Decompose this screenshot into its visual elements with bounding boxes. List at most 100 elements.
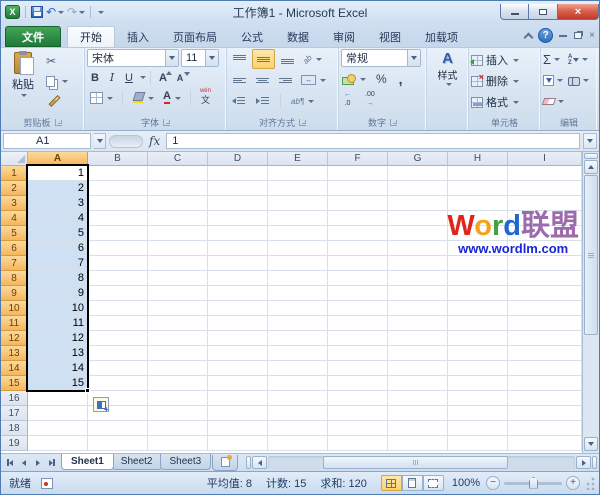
- column-header-G[interactable]: G: [388, 152, 448, 166]
- zoom-in-button[interactable]: +: [566, 476, 580, 490]
- workbook-minimize-icon[interactable]: [559, 35, 567, 37]
- cell-C17[interactable]: [148, 406, 208, 421]
- cell-C10[interactable]: [148, 301, 208, 316]
- workbook-restore-icon[interactable]: [574, 32, 582, 39]
- cell-F1[interactable]: [328, 166, 388, 181]
- cell-B8[interactable]: [88, 271, 148, 286]
- delete-cells-button[interactable]: 删除: [471, 72, 538, 90]
- font-family-combo[interactable]: 宋体: [87, 49, 179, 67]
- align-middle-button[interactable]: [252, 49, 275, 69]
- cell-G17[interactable]: [388, 406, 448, 421]
- cell-H11[interactable]: [448, 316, 508, 331]
- row-header-12[interactable]: 12: [1, 331, 28, 346]
- cell-F16[interactable]: [328, 391, 388, 406]
- cell-A3[interactable]: 3: [28, 196, 88, 211]
- cell-A12[interactable]: 12: [28, 331, 88, 346]
- cell-B4[interactable]: [88, 211, 148, 226]
- cell-D18[interactable]: [208, 421, 268, 436]
- cell-G9[interactable]: [388, 286, 448, 301]
- macro-record-icon[interactable]: [41, 478, 53, 489]
- align-bottom-button[interactable]: [277, 49, 298, 69]
- cell-B19[interactable]: [88, 436, 148, 451]
- cell-G18[interactable]: [388, 421, 448, 436]
- row-header-17[interactable]: 17: [1, 406, 28, 421]
- borders-button[interactable]: [87, 88, 116, 108]
- cell-E5[interactable]: [268, 226, 328, 241]
- cell-B9[interactable]: [88, 286, 148, 301]
- column-header-D[interactable]: D: [208, 152, 268, 166]
- cell-C8[interactable]: [148, 271, 208, 286]
- align-right-button[interactable]: [275, 70, 296, 90]
- redo-button[interactable]: ↷: [67, 6, 85, 18]
- row-header-11[interactable]: 11: [1, 316, 28, 331]
- cell-I4[interactable]: [508, 211, 582, 226]
- scroll-right-button[interactable]: [576, 456, 591, 469]
- save-icon[interactable]: [31, 6, 43, 18]
- cell-H6[interactable]: [448, 241, 508, 256]
- format-painter-button[interactable]: [43, 91, 71, 111]
- row-header-2[interactable]: 2: [1, 181, 28, 196]
- cell-B1[interactable]: [88, 166, 148, 181]
- cell-E9[interactable]: [268, 286, 328, 301]
- scroll-down-button[interactable]: [584, 437, 598, 451]
- page-layout-view-button[interactable]: [402, 475, 423, 491]
- align-top-button[interactable]: [229, 49, 250, 69]
- cell-A16[interactable]: [28, 391, 88, 406]
- cell-A10[interactable]: 10: [28, 301, 88, 316]
- autofill-options-button[interactable]: [93, 397, 109, 412]
- scroll-up-button[interactable]: [584, 160, 598, 174]
- cell-H12[interactable]: [448, 331, 508, 346]
- sheet-tab-Sheet1[interactable]: Sheet1: [61, 454, 114, 470]
- cell-D12[interactable]: [208, 331, 268, 346]
- expand-formula-bar-button[interactable]: [583, 133, 597, 149]
- cell-G14[interactable]: [388, 361, 448, 376]
- cell-A11[interactable]: 11: [28, 316, 88, 331]
- dialog-launcher-icon[interactable]: [163, 119, 170, 126]
- fill-color-button[interactable]: [129, 88, 157, 108]
- minimize-button[interactable]: [500, 4, 529, 20]
- comma-style-button[interactable]: ,: [396, 69, 406, 89]
- cell-D13[interactable]: [208, 346, 268, 361]
- cell-H3[interactable]: [448, 196, 508, 211]
- scroll-left-button[interactable]: [252, 456, 267, 469]
- customize-qat-button[interactable]: [98, 11, 104, 14]
- cell-C18[interactable]: [148, 421, 208, 436]
- find-select-button[interactable]: [568, 72, 589, 89]
- tab-加载项[interactable]: 加载项: [413, 26, 470, 47]
- cell-I5[interactable]: [508, 226, 582, 241]
- cell-C16[interactable]: [148, 391, 208, 406]
- cell-D19[interactable]: [208, 436, 268, 451]
- sheet-tab-Sheet2[interactable]: Sheet2: [111, 454, 163, 470]
- cell-G2[interactable]: [388, 181, 448, 196]
- row-header-3[interactable]: 3: [1, 196, 28, 211]
- dialog-launcher-icon[interactable]: [299, 119, 306, 126]
- column-header-I[interactable]: I: [508, 152, 582, 166]
- row-header-14[interactable]: 14: [1, 361, 28, 376]
- cell-F9[interactable]: [328, 286, 388, 301]
- cell-H14[interactable]: [448, 361, 508, 376]
- cell-E10[interactable]: [268, 301, 328, 316]
- cell-G19[interactable]: [388, 436, 448, 451]
- resize-grip[interactable]: [584, 476, 596, 490]
- cell-E4[interactable]: [268, 211, 328, 226]
- cell-F14[interactable]: [328, 361, 388, 376]
- cell-E13[interactable]: [268, 346, 328, 361]
- font-color-button[interactable]: A: [160, 88, 184, 108]
- cell-C3[interactable]: [148, 196, 208, 211]
- row-header-6[interactable]: 6: [1, 241, 28, 256]
- cell-B11[interactable]: [88, 316, 148, 331]
- cell-E3[interactable]: [268, 196, 328, 211]
- autosum-button[interactable]: Σ: [543, 51, 564, 68]
- cell-D15[interactable]: [208, 376, 268, 391]
- cell-G6[interactable]: [388, 241, 448, 256]
- cell-A1[interactable]: 1: [28, 166, 88, 181]
- cell-F18[interactable]: [328, 421, 388, 436]
- tab-视图[interactable]: 视图: [367, 26, 413, 47]
- underline-button[interactable]: U: [121, 69, 137, 86]
- cell-D8[interactable]: [208, 271, 268, 286]
- cell-A13[interactable]: 13: [28, 346, 88, 361]
- percent-style-button[interactable]: %: [373, 69, 390, 89]
- row-header-19[interactable]: 19: [1, 436, 28, 451]
- undo-button[interactable]: ↶: [46, 6, 64, 18]
- cell-C19[interactable]: [148, 436, 208, 451]
